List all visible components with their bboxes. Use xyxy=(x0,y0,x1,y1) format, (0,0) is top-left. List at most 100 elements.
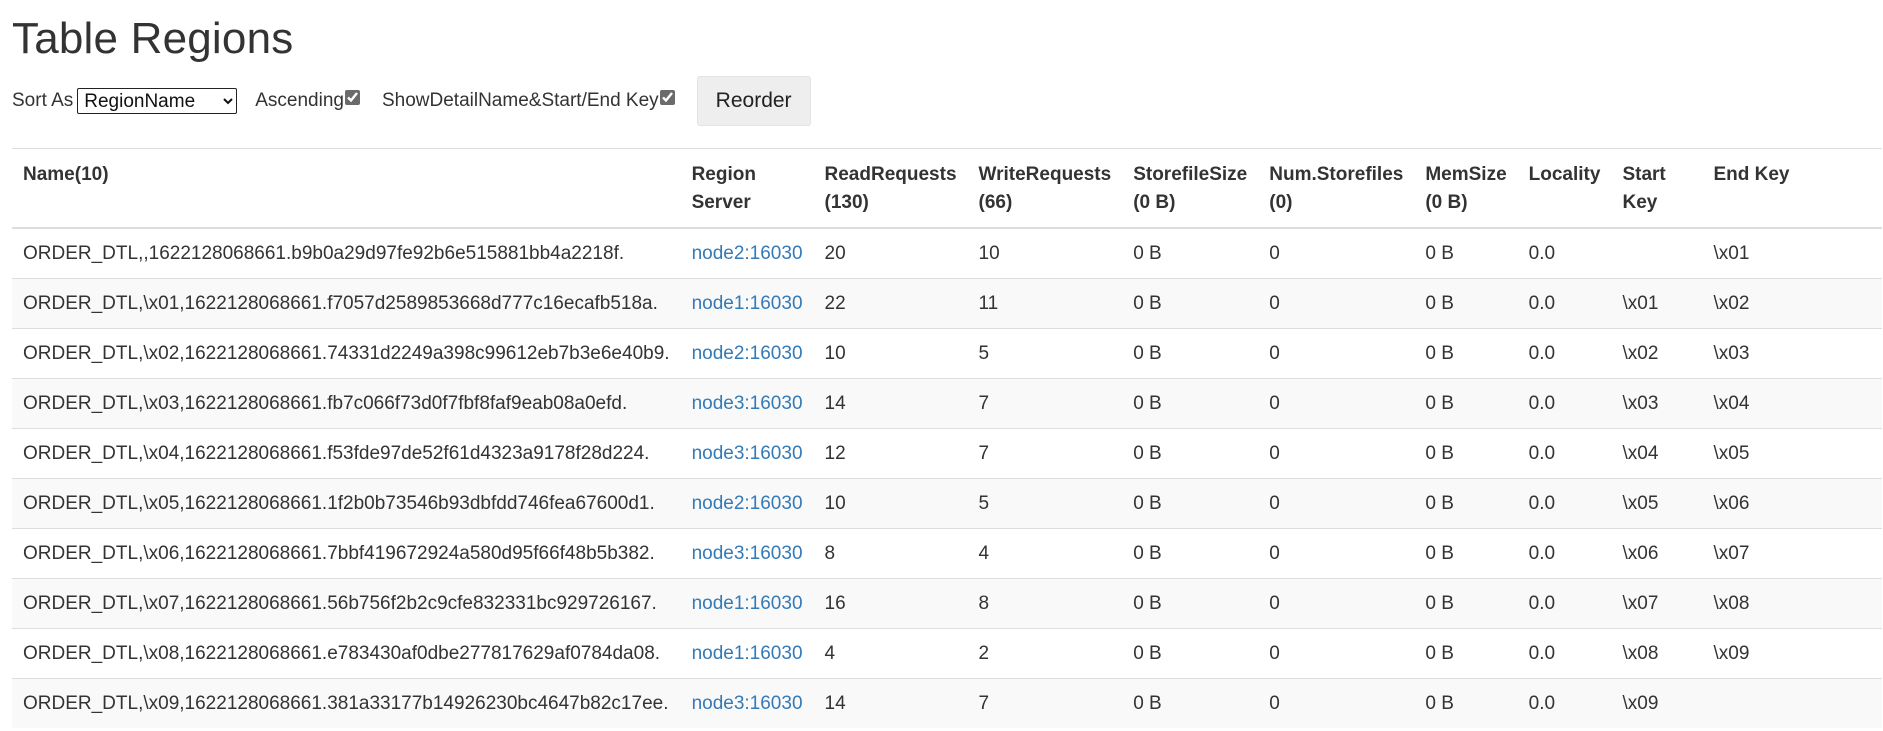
region-server-link[interactable]: node3:16030 xyxy=(692,693,803,714)
write-requests-cell: 5 xyxy=(967,478,1123,529)
sort-select[interactable]: RegionName xyxy=(77,88,238,114)
show-detail-label: ShowDetailName&Start/End Key xyxy=(381,90,659,111)
mem-size-cell: 0 B xyxy=(1414,328,1518,379)
end-key-cell xyxy=(1702,678,1882,728)
col-storefile-size-header: StorefileSize (0 B) xyxy=(1122,148,1259,229)
storefile-size-cell: 0 B xyxy=(1122,578,1259,629)
read-requests-cell: 12 xyxy=(813,428,968,479)
region-server-link[interactable]: node2:16030 xyxy=(692,343,803,364)
show-detail-group: ShowDetailName&Start/End Key xyxy=(381,89,675,113)
col-mem-size-header: MemSize (0 B) xyxy=(1414,148,1518,229)
mem-size-cell: 0 B xyxy=(1414,628,1518,679)
end-key-cell: \x04 xyxy=(1702,378,1882,429)
reorder-button[interactable]: Reorder xyxy=(696,76,811,126)
num-storefiles-cell: 0 xyxy=(1258,678,1415,728)
col-mem-size-header-label: MemSize xyxy=(1425,164,1507,185)
region-server-link[interactable]: node2:16030 xyxy=(692,493,803,514)
col-locality-header-label: Locality xyxy=(1528,164,1601,185)
storefile-size-cell: 0 B xyxy=(1122,628,1259,679)
table-row: ORDER_DTL,,1622128068661.b9b0a29d97fe92b… xyxy=(12,227,1882,279)
start-key-cell: \x03 xyxy=(1611,378,1703,429)
table-header-row: Name(10) Region Server ReadRequests (130) Wr… xyxy=(12,148,1882,229)
region-name-cell: ORDER_DTL,\x07,1622128068661.56b756f2b2c… xyxy=(12,578,681,629)
read-requests-cell: 16 xyxy=(813,578,968,629)
table-row: ORDER_DTL,\x03,1622128068661.fb7c066f73d… xyxy=(12,378,1882,429)
mem-size-cell: 0 B xyxy=(1414,278,1518,329)
end-key-cell: \x02 xyxy=(1702,278,1882,329)
region-server-link[interactable]: node2:16030 xyxy=(692,243,803,264)
region-server-link[interactable]: node1:16030 xyxy=(692,593,803,614)
read-requests-cell: 14 xyxy=(813,378,968,429)
table-row: ORDER_DTL,\x08,1622128068661.e783430af0d… xyxy=(12,628,1882,679)
start-key-cell: \x06 xyxy=(1611,528,1703,579)
col-name-header: Name(10) xyxy=(12,148,681,229)
show-detail-checkbox[interactable] xyxy=(659,89,675,105)
storefile-size-cell: 0 B xyxy=(1122,378,1259,429)
locality-cell: 0.0 xyxy=(1517,378,1612,429)
storefile-size-cell: 0 B xyxy=(1122,478,1259,529)
table-row: ORDER_DTL,\x07,1622128068661.56b756f2b2c… xyxy=(12,578,1882,629)
mem-size-cell: 0 B xyxy=(1414,378,1518,429)
col-region-server-header: Region Server xyxy=(680,148,814,229)
col-region-server-header-label: Region Server xyxy=(691,164,756,213)
write-requests-cell: 5 xyxy=(967,328,1123,379)
region-server-link[interactable]: node1:16030 xyxy=(692,643,803,664)
num-storefiles-cell: 0 xyxy=(1258,628,1415,679)
mem-size-cell: 0 B xyxy=(1414,678,1518,728)
read-requests-cell: 20 xyxy=(813,227,968,279)
col-num-storefiles-header-label: Num.Storefiles xyxy=(1269,164,1404,185)
num-storefiles-cell: 0 xyxy=(1258,227,1415,279)
read-requests-cell: 4 xyxy=(813,628,968,679)
region-server-cell: node3:16030 xyxy=(680,528,814,579)
num-storefiles-cell: 0 xyxy=(1258,528,1415,579)
col-mem-size-header-total: (0 B) xyxy=(1425,192,1468,213)
mem-size-cell: 0 B xyxy=(1414,227,1518,279)
region-name-cell: ORDER_DTL,\x09,1622128068661.381a33177b1… xyxy=(12,678,681,728)
region-server-link[interactable]: node1:16030 xyxy=(692,293,803,314)
col-write-requests-header: WriteRequests (66) xyxy=(967,148,1123,229)
storefile-size-cell: 0 B xyxy=(1122,678,1259,728)
ascending-checkbox[interactable] xyxy=(344,89,360,105)
region-server-cell: node2:16030 xyxy=(680,227,814,279)
start-key-cell: \x02 xyxy=(1611,328,1703,379)
region-name-cell: ORDER_DTL,\x08,1622128068661.e783430af0d… xyxy=(12,628,681,679)
ascending-label: Ascending xyxy=(255,90,344,111)
region-name-cell: ORDER_DTL,,1622128068661.b9b0a29d97fe92b… xyxy=(12,227,681,279)
region-server-cell: node1:16030 xyxy=(680,628,814,679)
storefile-size-cell: 0 B xyxy=(1122,528,1259,579)
region-name-cell: ORDER_DTL,\x03,1622128068661.fb7c066f73d… xyxy=(12,378,681,429)
region-server-cell: node3:16030 xyxy=(680,678,814,728)
sort-controls: Sort As RegionName Ascending ShowDetailN… xyxy=(12,76,811,126)
table-body: ORDER_DTL,,1622128068661.b9b0a29d97fe92b… xyxy=(12,227,1882,728)
read-requests-cell: 10 xyxy=(813,478,968,529)
read-requests-cell: 10 xyxy=(813,328,968,379)
end-key-cell: \x08 xyxy=(1702,578,1882,629)
write-requests-cell: 10 xyxy=(967,227,1123,279)
read-requests-cell: 8 xyxy=(813,528,968,579)
storefile-size-cell: 0 B xyxy=(1122,227,1259,279)
read-requests-cell: 22 xyxy=(813,278,968,329)
locality-cell: 0.0 xyxy=(1517,478,1612,529)
region-name-cell: ORDER_DTL,\x01,1622128068661.f7057d25898… xyxy=(12,278,681,329)
col-end-key-header-label: End Key xyxy=(1713,164,1790,185)
num-storefiles-cell: 0 xyxy=(1258,478,1415,529)
region-server-cell: node2:16030 xyxy=(680,328,814,379)
region-server-link[interactable]: node3:16030 xyxy=(692,443,803,464)
start-key-cell: \x08 xyxy=(1611,628,1703,679)
col-read-requests-header-total: (130) xyxy=(824,192,869,213)
start-key-cell xyxy=(1611,227,1703,279)
end-key-cell: \x06 xyxy=(1702,478,1882,529)
region-server-link[interactable]: node3:16030 xyxy=(692,393,803,414)
start-key-cell: \x09 xyxy=(1611,678,1703,728)
end-key-cell: \x05 xyxy=(1702,428,1882,479)
region-server-cell: node3:16030 xyxy=(680,378,814,429)
region-name-cell: ORDER_DTL,\x06,1622128068661.7bbf4196729… xyxy=(12,528,681,579)
end-key-cell: \x09 xyxy=(1702,628,1882,679)
table-row: ORDER_DTL,\x09,1622128068661.381a33177b1… xyxy=(12,678,1882,728)
region-server-link[interactable]: node3:16030 xyxy=(692,543,803,564)
num-storefiles-cell: 0 xyxy=(1258,278,1415,329)
col-num-storefiles-header: Num.Storefiles (0) xyxy=(1258,148,1415,229)
col-start-key-header-label: Start Key xyxy=(1622,164,1666,213)
col-end-key-header: End Key xyxy=(1702,148,1882,229)
storefile-size-cell: 0 B xyxy=(1122,328,1259,379)
